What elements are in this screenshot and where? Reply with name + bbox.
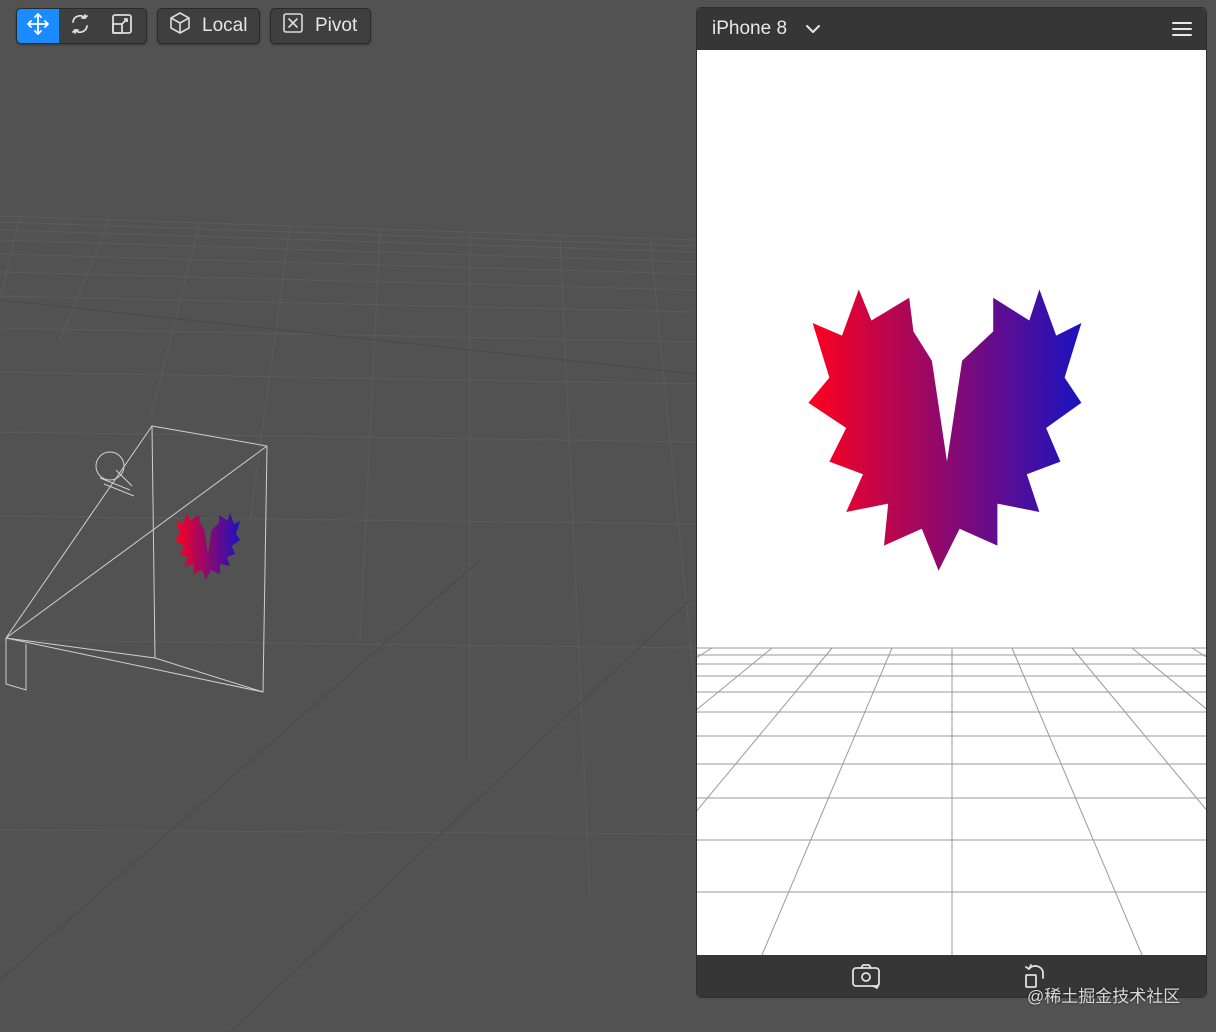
- chevron-down-icon[interactable]: [805, 23, 821, 35]
- heart-spiky-shape[interactable]: [175, 513, 240, 580]
- local-space-toggle[interactable]: Local: [158, 9, 257, 43]
- hamburger-icon[interactable]: [1172, 20, 1192, 43]
- pivot-toggle[interactable]: Pivot: [271, 9, 367, 43]
- space-toggle-group: Local: [157, 8, 260, 44]
- move-tool-button[interactable]: [17, 9, 59, 43]
- camera-frustum[interactable]: [5, 425, 268, 693]
- scale-icon: [110, 12, 134, 41]
- watermark-text: @稀土掘金技术社区: [1027, 987, 1181, 1006]
- preview-render[interactable]: [697, 50, 1206, 955]
- preview-floor-grid: [697, 647, 1206, 955]
- local-toggle-label: Local: [202, 15, 248, 36]
- transform-tools: [16, 8, 147, 44]
- ground-grid: [0, 215, 697, 901]
- preview-header: iPhone 8: [697, 8, 1206, 50]
- device-select-label[interactable]: iPhone 8: [712, 18, 787, 40]
- scale-tool-button[interactable]: [101, 9, 143, 43]
- rotate-icon: [68, 12, 92, 41]
- grid-axes: [0, 299, 697, 1032]
- camera-rotate-icon[interactable]: [851, 962, 883, 995]
- preview-heart-shape: [808, 289, 1082, 571]
- device-preview-panel: iPhone 8: [697, 8, 1206, 997]
- x-box-icon: [281, 11, 305, 41]
- rotate-tool-button[interactable]: [59, 9, 101, 43]
- pivot-toggle-label: Pivot: [315, 15, 358, 36]
- cube-icon: [168, 11, 192, 41]
- pivot-toggle-group: Pivot: [270, 8, 371, 44]
- move-arrows-icon: [26, 12, 50, 41]
